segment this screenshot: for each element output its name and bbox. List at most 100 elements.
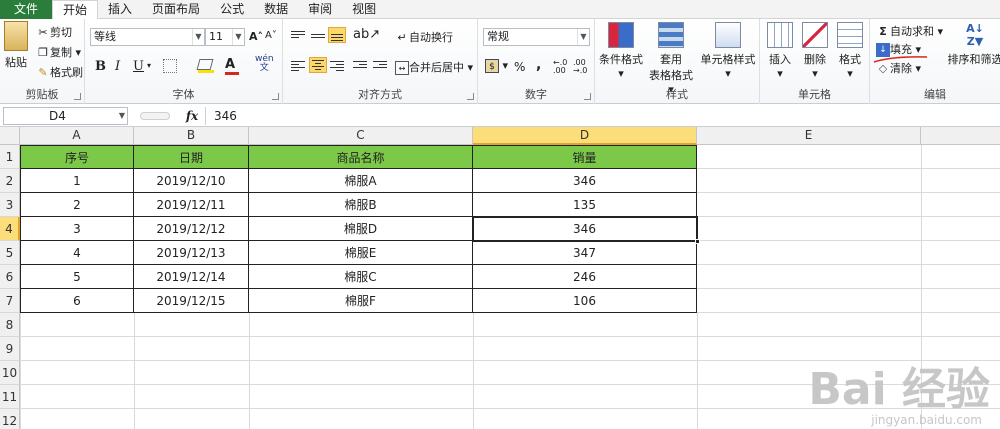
underline-dropdown[interactable]: ▾ [147, 61, 151, 70]
increase-decimal-icon[interactable]: ←.0.00 [553, 59, 567, 75]
delete-cells-button[interactable]: 删除 ▾ [798, 22, 832, 80]
tab-formulas[interactable]: 公式 [210, 0, 254, 19]
cell-styles-button[interactable]: 单元格样式 ▾ [698, 22, 758, 80]
cell-d1[interactable]: 销量 [473, 145, 697, 169]
clipboard-launcher-icon[interactable] [74, 93, 81, 100]
tab-file[interactable]: 文件 [0, 0, 53, 19]
row-header-6[interactable]: 6 [0, 265, 20, 289]
tab-page-layout[interactable]: 页面布局 [142, 0, 210, 19]
decrease-indent-icon[interactable] [351, 59, 369, 75]
row-header-1[interactable]: 1 [0, 145, 20, 169]
tab-insert[interactable]: 插入 [98, 0, 142, 19]
empty-cells-area-e[interactable] [697, 145, 1000, 313]
cell-a4[interactable]: 3 [20, 217, 134, 241]
copy-button[interactable]: ❐ 复制 ▾ [36, 44, 81, 60]
cell-d5[interactable]: 347 [473, 241, 697, 265]
tab-home[interactable]: 开始 [52, 0, 99, 20]
cell-b2[interactable]: 2019/12/10 [134, 169, 249, 193]
align-bottom-icon[interactable] [328, 27, 346, 43]
cell-c4[interactable]: 棉服D [249, 217, 473, 241]
cell-a6[interactable]: 5 [20, 265, 134, 289]
column-header-d[interactable]: D [473, 127, 697, 145]
conditional-formatting-button[interactable]: 条件格式 ▾ [597, 22, 645, 80]
sort-filter-button[interactable]: A↓ Z▼ 排序和筛选 [945, 22, 1000, 67]
comma-button[interactable]: , [536, 57, 541, 73]
cell-b3[interactable]: 2019/12/11 [134, 193, 249, 217]
cell-a3[interactable]: 2 [20, 193, 134, 217]
tab-data[interactable]: 数据 [254, 0, 298, 19]
row-header-5[interactable]: 5 [0, 241, 20, 265]
percent-button[interactable]: % [514, 60, 525, 74]
increase-indent-icon[interactable] [371, 59, 389, 75]
cell-c7[interactable]: 棉服F [249, 289, 473, 313]
underline-button[interactable]: U [133, 59, 144, 74]
cell-d3[interactable]: 135 [473, 193, 697, 217]
cell-c3[interactable]: 棉服B [249, 193, 473, 217]
cell-a5[interactable]: 4 [20, 241, 134, 265]
cell-c5[interactable]: 棉服E [249, 241, 473, 265]
cell-a1[interactable]: 序号 [20, 145, 134, 169]
row-header-9[interactable]: 9 [0, 337, 20, 361]
clear-button[interactable]: ◇ 清除 ▾ [876, 60, 921, 76]
align-center-icon[interactable] [309, 57, 327, 73]
cell-d7[interactable]: 106 [473, 289, 697, 313]
cell-d6[interactable]: 246 [473, 265, 697, 289]
row-header-8[interactable]: 8 [0, 313, 20, 337]
italic-button[interactable]: I [115, 59, 120, 74]
cell-d4[interactable]: 346 [473, 217, 697, 241]
merge-center-button[interactable]: ↔ 合并后居中 ▾ [395, 59, 473, 75]
phonetic-button[interactable]: wén 文 [255, 55, 274, 73]
shrink-font-button[interactable]: A˅ [265, 30, 277, 41]
align-left-icon[interactable] [289, 59, 307, 75]
cell-b6[interactable]: 2019/12/14 [134, 265, 249, 289]
cell-b5[interactable]: 2019/12/13 [134, 241, 249, 265]
cell-d2[interactable]: 346 [473, 169, 697, 193]
font-name-select[interactable]: 等线 ▼ [90, 28, 205, 46]
paste-button[interactable]: 粘贴 [1, 21, 31, 70]
row-header-3[interactable]: 3 [0, 193, 20, 217]
wrap-text-button[interactable]: ↵ 自动换行 [395, 29, 453, 45]
column-header-f[interactable] [921, 127, 1000, 145]
format-cells-button[interactable]: 格式 ▾ [833, 22, 867, 80]
borders-icon[interactable] [163, 59, 177, 73]
align-right-icon[interactable] [328, 59, 346, 75]
cell-c2[interactable]: 棉服A [249, 169, 473, 193]
font-color-button[interactable]: A [225, 57, 239, 75]
insert-function-button[interactable]: fx [182, 107, 202, 125]
row-header-2[interactable]: 2 [0, 169, 20, 193]
column-header-e[interactable]: E [697, 127, 921, 145]
orientation-icon[interactable]: ab↗ [353, 27, 380, 42]
number-format-select[interactable]: 常规 ▼ [483, 28, 590, 46]
alignment-launcher-icon[interactable] [467, 93, 474, 100]
autosum-button[interactable]: Σ 自动求和 ▾ [876, 23, 943, 39]
column-header-a[interactable]: A [20, 127, 134, 145]
cell-b4[interactable]: 2019/12/12 [134, 217, 249, 241]
cell-b7[interactable]: 2019/12/15 [134, 289, 249, 313]
row-header-10[interactable]: 10 [0, 361, 20, 385]
column-header-b[interactable]: B [134, 127, 249, 145]
cut-button[interactable]: ✂ 剪切 [36, 24, 72, 40]
cell-a7[interactable]: 6 [20, 289, 134, 313]
insert-cells-button[interactable]: 插入 ▾ [763, 22, 797, 80]
align-middle-icon[interactable] [309, 29, 327, 45]
font-size-select[interactable]: 11 ▼ [205, 28, 245, 46]
row-header-4[interactable]: 4 [0, 217, 20, 241]
name-box[interactable]: D4 ▼ [3, 107, 128, 125]
column-header-c[interactable]: C [249, 127, 473, 145]
cell-a2[interactable]: 1 [20, 169, 134, 193]
select-all-corner[interactable] [0, 127, 20, 145]
fill-color-button[interactable] [196, 59, 214, 73]
cell-b1[interactable]: 日期 [134, 145, 249, 169]
font-launcher-icon[interactable] [272, 93, 279, 100]
format-as-table-button[interactable]: 套用 表格格式 ▾ [645, 22, 697, 96]
tab-view[interactable]: 视图 [342, 0, 386, 19]
row-header-7[interactable]: 7 [0, 289, 20, 313]
align-top-icon[interactable] [289, 29, 307, 45]
cell-c1[interactable]: 商品名称 [249, 145, 473, 169]
formula-bar-divider[interactable] [140, 112, 170, 120]
cell-c6[interactable]: 棉服C [249, 265, 473, 289]
tab-review[interactable]: 审阅 [298, 0, 342, 19]
row-header-11[interactable]: 11 [0, 385, 20, 409]
grow-font-button[interactable]: A˄ [249, 30, 263, 43]
format-painter-button[interactable]: ✎ 格式刷 [36, 64, 83, 80]
